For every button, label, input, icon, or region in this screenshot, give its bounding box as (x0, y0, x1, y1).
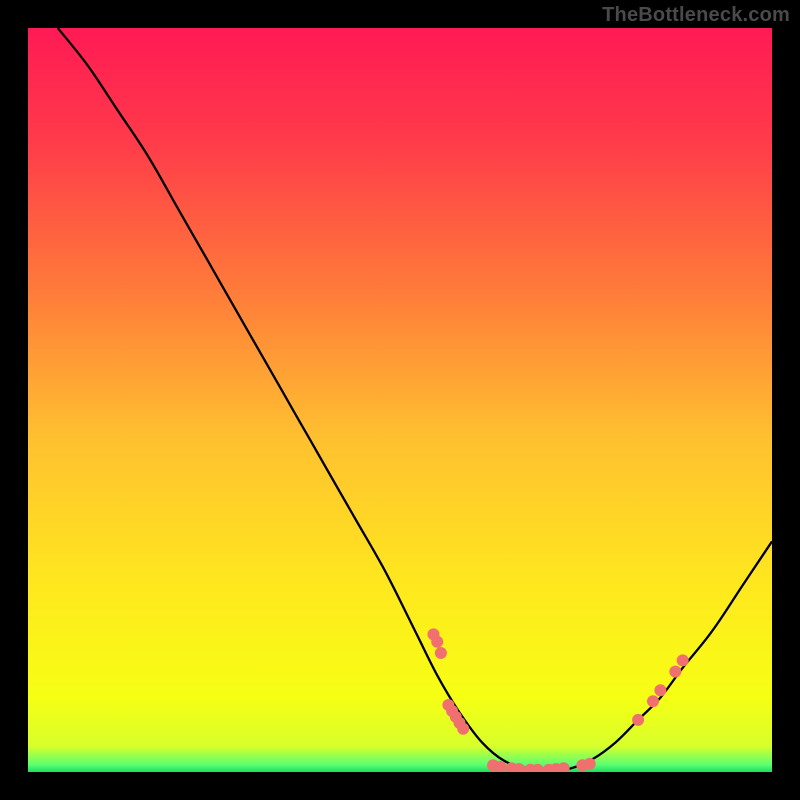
chart-frame: TheBottleneck.com (0, 0, 800, 800)
attribution-text: TheBottleneck.com (602, 4, 790, 27)
plot-svg (28, 28, 772, 772)
data-marker (669, 666, 681, 678)
data-marker (435, 647, 447, 659)
data-marker (654, 684, 666, 696)
plot-area (28, 28, 772, 772)
data-marker (647, 695, 659, 707)
data-marker (677, 654, 689, 666)
data-marker (632, 714, 644, 726)
data-marker (431, 636, 443, 648)
data-marker (457, 723, 469, 735)
data-marker (584, 758, 596, 770)
gradient-background (28, 28, 772, 772)
